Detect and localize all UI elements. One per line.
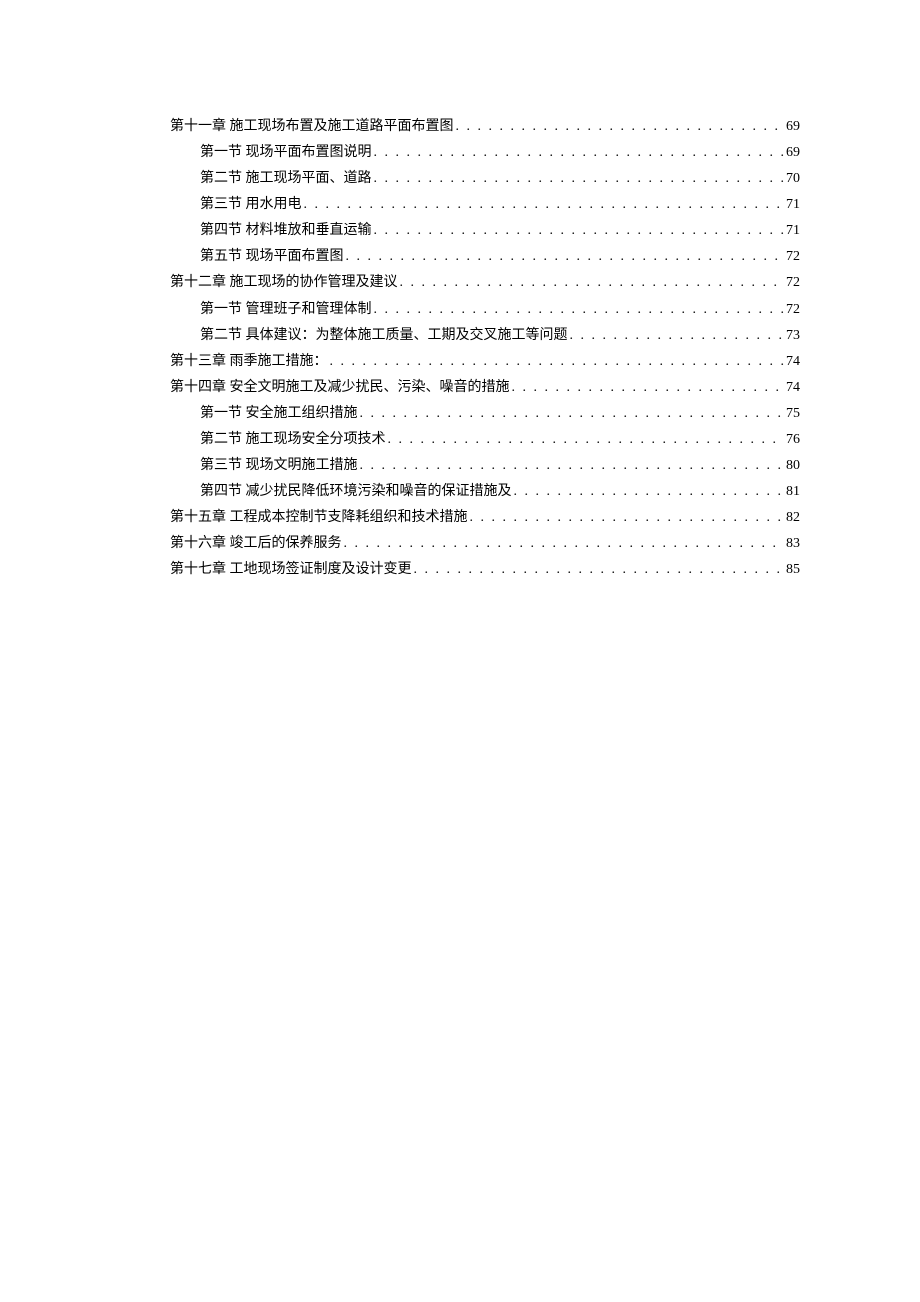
toc-leader-dots	[374, 141, 785, 165]
toc-leader-dots	[514, 480, 785, 504]
toc-page-number: 72	[786, 298, 800, 322]
toc-leader-dots	[344, 532, 785, 556]
toc-entry: 第二节 施工现场安全分项技术 76	[170, 428, 800, 452]
toc-label: 第二节 施工现场平面、道路	[200, 167, 372, 191]
toc-leader-dots	[400, 271, 785, 295]
toc-page-number: 81	[786, 480, 800, 504]
table-of-contents: 第十一章 施工现场布置及施工道路平面布置图69第一节 现场平面布置图说明69第二…	[170, 115, 800, 582]
toc-entry: 第十二章 施工现场的协作管理及建议 72	[170, 271, 800, 295]
toc-page-number: 73	[786, 324, 800, 348]
toc-label: 第三节 用水用电	[200, 193, 302, 217]
toc-entry: 第一节 管理班子和管理体制 72	[170, 298, 800, 322]
toc-leader-dots	[374, 167, 785, 191]
toc-entry: 第四节 材料堆放和垂直运输 71	[170, 219, 800, 243]
toc-leader-dots	[330, 350, 785, 374]
toc-page-number: 74	[786, 376, 800, 400]
toc-entry: 第四节 减少扰民降低环境污染和噪音的保证措施及 81	[170, 480, 800, 504]
toc-page-number: 70	[786, 167, 800, 191]
toc-page-number: 75	[786, 402, 800, 426]
toc-label: 第一节 现场平面布置图说明	[200, 141, 372, 165]
toc-leader-dots	[570, 324, 785, 348]
toc-page-number: 72	[786, 271, 800, 295]
toc-page-number: 72	[786, 245, 800, 269]
toc-label: 第一节 安全施工组织措施	[200, 402, 358, 426]
toc-page-number: 83	[786, 532, 800, 556]
toc-entry: 第三节 用水用电 71	[170, 193, 800, 217]
toc-entry: 第十六章 竣工后的保养服务 83	[170, 532, 800, 556]
toc-entry: 第二节 具体建议：为整体施工质量、工期及交叉施工等问题 73	[170, 324, 800, 348]
toc-leader-dots	[414, 558, 785, 582]
toc-entry: 第十一章 施工现场布置及施工道路平面布置图 69	[170, 115, 800, 139]
toc-page-number: 69	[786, 141, 800, 165]
toc-leader-dots	[360, 402, 785, 426]
toc-page-number: 74	[786, 350, 800, 374]
toc-leader-dots	[512, 376, 785, 400]
toc-page-number: 71	[786, 193, 800, 217]
toc-page-number: 76	[786, 428, 800, 452]
toc-leader-dots	[304, 193, 785, 217]
toc-label: 第五节 现场平面布置图	[200, 245, 344, 269]
toc-page-number: 85	[786, 558, 800, 582]
toc-leader-dots	[388, 428, 785, 452]
toc-leader-dots	[470, 506, 785, 530]
toc-entry: 第十七章 工地现场签证制度及设计变更 85	[170, 558, 800, 582]
toc-leader-dots	[360, 454, 785, 478]
toc-entry: 第三节 现场文明施工措施 80	[170, 454, 800, 478]
toc-entry: 第一节 安全施工组织措施 75	[170, 402, 800, 426]
toc-label: 第三节 现场文明施工措施	[200, 454, 358, 478]
toc-page-number: 80	[786, 454, 800, 478]
toc-label: 第四节 减少扰民降低环境污染和噪音的保证措施及	[200, 480, 512, 504]
toc-page-number: 71	[786, 219, 800, 243]
toc-page-number: 82	[786, 506, 800, 530]
toc-label: 第十七章 工地现场签证制度及设计变更	[170, 558, 412, 582]
toc-label: 第十六章 竣工后的保养服务	[170, 532, 342, 556]
toc-label: 第十三章 雨季施工措施：	[170, 350, 328, 374]
toc-entry: 第一节 现场平面布置图说明 69	[170, 141, 800, 165]
toc-entry: 第十五章 工程成本控制节支降耗组织和技术措施 82	[170, 506, 800, 530]
toc-leader-dots	[346, 245, 785, 269]
toc-page-number: 69	[786, 115, 800, 139]
toc-entry: 第十四章 安全文明施工及减少扰民、污染、噪音的措施 74	[170, 376, 800, 400]
toc-label: 第十四章 安全文明施工及减少扰民、污染、噪音的措施	[170, 376, 510, 400]
toc-label: 第二节 施工现场安全分项技术	[200, 428, 386, 452]
toc-label: 第二节 具体建议：为整体施工质量、工期及交叉施工等问题	[200, 324, 568, 348]
toc-label: 第一节 管理班子和管理体制	[200, 298, 372, 322]
toc-entry: 第十三章 雨季施工措施： 74	[170, 350, 800, 374]
toc-label: 第十五章 工程成本控制节支降耗组织和技术措施	[170, 506, 468, 530]
toc-entry: 第二节 施工现场平面、道路 70	[170, 167, 800, 191]
toc-label: 第十二章 施工现场的协作管理及建议	[170, 271, 398, 295]
toc-leader-dots	[374, 298, 785, 322]
toc-label: 第十一章 施工现场布置及施工道路平面布置图	[170, 115, 454, 139]
toc-leader-dots	[456, 115, 785, 139]
toc-leader-dots	[374, 219, 785, 243]
page-content: 第十一章 施工现场布置及施工道路平面布置图69第一节 现场平面布置图说明69第二…	[0, 0, 920, 582]
toc-entry: 第五节 现场平面布置图 72	[170, 245, 800, 269]
toc-label: 第四节 材料堆放和垂直运输	[200, 219, 372, 243]
